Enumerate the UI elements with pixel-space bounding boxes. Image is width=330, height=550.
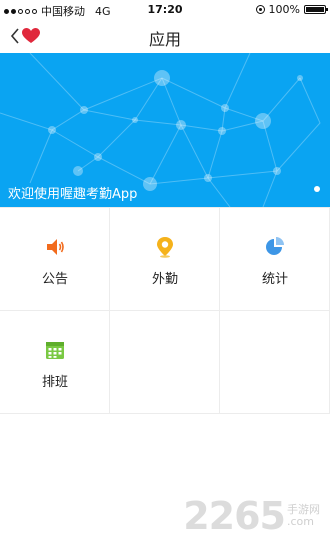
empty-tile <box>110 311 220 414</box>
watermark-site: 手游网 .com <box>287 504 320 528</box>
status-bar: 中国移动 4G 17:20 100% <box>0 0 330 20</box>
nav-bar: 应用 <box>0 20 330 52</box>
app-tile-field-work[interactable]: 外勤 <box>110 208 220 311</box>
welcome-banner[interactable]: 欢迎使用喔趣考勤App <box>0 53 330 207</box>
page-title: 应用 <box>148 30 181 49</box>
app-grid: 公告 外勤 统计 排班 <box>0 207 330 416</box>
app-tile-statistics[interactable]: 统计 <box>220 208 330 311</box>
status-right: 100% <box>255 3 328 16</box>
watermark-logo: 2265 手游网 .com <box>183 494 320 538</box>
calendar-icon <box>46 342 64 359</box>
watermark-domain: .com <box>287 515 314 528</box>
empty-tile <box>220 311 330 414</box>
app-label: 统计 <box>261 272 288 287</box>
speaker-icon <box>47 239 64 255</box>
carousel-indicator[interactable] <box>314 186 320 192</box>
app-label: 外勤 <box>151 272 178 287</box>
pie-chart-icon <box>266 237 284 255</box>
watermark-number: 2265 <box>183 494 286 538</box>
battery-icon <box>304 5 328 14</box>
app-label: 公告 <box>41 272 68 287</box>
banner-caption: 欢迎使用喔趣考勤App <box>8 187 138 202</box>
app-tile-scheduling[interactable]: 排班 <box>0 311 110 414</box>
location-pin-icon <box>157 237 173 258</box>
orientation-lock-icon <box>255 5 265 14</box>
app-label: 排班 <box>41 375 68 390</box>
app-tile-announcement[interactable]: 公告 <box>0 208 110 311</box>
battery-percent: 100% <box>268 3 300 16</box>
